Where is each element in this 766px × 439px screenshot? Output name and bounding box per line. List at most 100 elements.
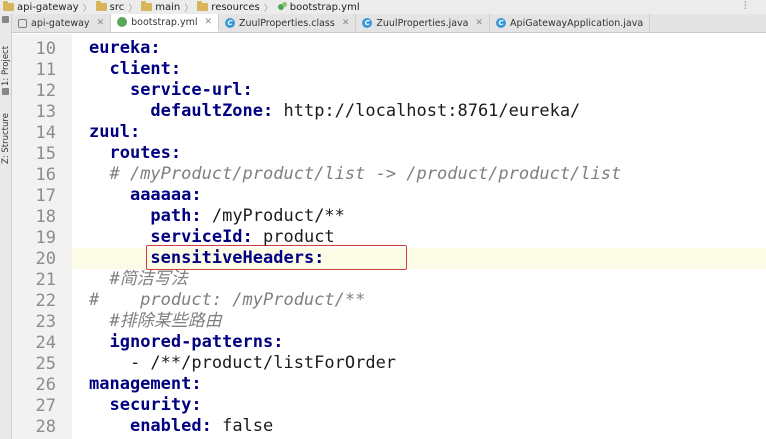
line-number: 27 bbox=[35, 396, 56, 416]
chevron-right-icon: 〉 bbox=[82, 3, 92, 14]
code-line[interactable]: - /**/product/listForOrder bbox=[89, 353, 396, 374]
code-line[interactable]: #排除某些路由 bbox=[89, 311, 222, 332]
line-number: 23 bbox=[35, 312, 56, 332]
class-icon: C bbox=[496, 18, 507, 28]
code-line[interactable]: # product: /myProduct/** bbox=[89, 290, 365, 311]
code-line[interactable]: serviceId: product bbox=[89, 227, 335, 248]
code-line[interactable]: enabled: false bbox=[89, 416, 273, 437]
structure-tool-button[interactable]: Z: Structure bbox=[1, 98, 11, 164]
code-line[interactable]: sensitiveHeaders: bbox=[89, 248, 324, 269]
yaml-key: security: bbox=[109, 395, 202, 415]
yaml-value bbox=[89, 227, 150, 247]
chevron-right-icon: 〉 bbox=[128, 3, 138, 14]
tab-zuulproperties-class[interactable]: C ZuulProperties.class ✕ bbox=[219, 14, 357, 32]
tab-api-gateway[interactable]: api-gateway ✕ bbox=[12, 14, 112, 32]
code-line[interactable]: # /myProduct/product/list -> /product/pr… bbox=[89, 164, 621, 185]
code-line[interactable]: #简洁写法 bbox=[89, 269, 188, 290]
line-number: 24 bbox=[35, 333, 56, 353]
class-icon: C bbox=[225, 18, 236, 28]
yaml-comment: # /myProduct/product/list -> /product/pr… bbox=[109, 164, 622, 184]
yaml-value bbox=[89, 311, 109, 331]
yaml-key: aaaaaa: bbox=[129, 185, 202, 205]
line-number: 25 bbox=[35, 354, 56, 374]
yaml-value bbox=[89, 395, 109, 415]
line-number: 10 bbox=[35, 39, 56, 59]
line-number: 20 bbox=[35, 249, 56, 269]
yaml-key: routes: bbox=[109, 143, 182, 163]
yaml-key: eureka: bbox=[89, 38, 161, 58]
tab-zuulproperties-java[interactable]: C ZuulProperties.java ✕ bbox=[356, 14, 491, 32]
yaml-value bbox=[89, 269, 109, 289]
line-number-gutter[interactable]: 10 11 12 13 14 15 16 17 18 19 20 21 22 23 24 25 26 27 28 bbox=[12, 34, 84, 439]
yaml-comment: #排除某些路由 bbox=[109, 311, 222, 331]
yaml-value: http://localhost:8761/eureka/ bbox=[273, 101, 581, 121]
tool-window-strip: 1: Project Z: Structure bbox=[0, 14, 12, 439]
close-icon[interactable]: ✕ bbox=[476, 18, 484, 28]
line-number: 21 bbox=[35, 270, 56, 290]
line-number: 28 bbox=[35, 417, 56, 437]
code-line[interactable]: zuul: bbox=[89, 122, 140, 143]
breadcrumb-item-api-gateway[interactable]: api-gateway bbox=[0, 1, 82, 13]
line-number: 14 bbox=[35, 123, 56, 143]
structure-icon bbox=[2, 88, 9, 95]
yaml-value: false bbox=[211, 416, 274, 436]
breadcrumb-item-src[interactable]: src bbox=[93, 1, 128, 13]
yaml-value bbox=[89, 185, 130, 205]
yaml-key: management: bbox=[89, 374, 202, 394]
breadcrumb-item-bootstrap-yml[interactable]: bootstrap.yml bbox=[274, 2, 363, 13]
chevron-right-icon: 〉 bbox=[263, 3, 273, 14]
yaml-key: service-url: bbox=[129, 80, 253, 100]
close-icon[interactable]: ✕ bbox=[342, 18, 350, 28]
yaml-comment: #简洁写法 bbox=[109, 269, 188, 289]
chevron-right-icon: 〉 bbox=[184, 3, 194, 14]
yaml-comment: # product: /myProduct/** bbox=[89, 290, 366, 310]
yaml-value: product bbox=[252, 227, 335, 247]
code-line[interactable]: defaultZone: http://localhost:8761/eurek… bbox=[89, 101, 580, 122]
line-number: 22 bbox=[35, 291, 56, 311]
line-number: 15 bbox=[35, 144, 56, 164]
yaml-key: path: bbox=[150, 206, 202, 226]
yaml-value bbox=[89, 206, 150, 226]
project-icon bbox=[2, 16, 9, 23]
code-line[interactable]: routes: bbox=[89, 143, 181, 164]
yml-file-icon bbox=[277, 2, 287, 12]
class-icon: C bbox=[362, 18, 373, 28]
yaml-value bbox=[89, 80, 130, 100]
line-number: 17 bbox=[35, 186, 56, 206]
line-number: 16 bbox=[35, 165, 56, 185]
code-line[interactable]: management: bbox=[89, 374, 202, 395]
hierarchy-icon[interactable]: ⫶ bbox=[744, 1, 758, 13]
yaml-key: serviceId: bbox=[150, 227, 253, 247]
yml-file-icon bbox=[117, 17, 128, 27]
yaml-key: defaultZone: bbox=[150, 101, 274, 121]
yaml-value: - /**/product/listForOrder bbox=[89, 353, 397, 373]
line-number: 11 bbox=[35, 60, 56, 80]
line-number: 12 bbox=[35, 81, 56, 101]
tab-bootstrap-yml[interactable]: bootstrap.yml ✕ bbox=[111, 14, 220, 32]
code-line[interactable]: security: bbox=[89, 395, 202, 416]
yaml-value bbox=[89, 59, 109, 79]
line-number: 26 bbox=[35, 375, 56, 395]
close-icon[interactable]: ✕ bbox=[204, 17, 212, 27]
code-editor[interactable]: eureka: client: service-url: defaultZone… bbox=[72, 34, 766, 439]
yaml-value bbox=[89, 101, 150, 121]
code-line[interactable]: service-url: bbox=[89, 80, 253, 101]
folder-icon bbox=[3, 1, 14, 11]
close-icon[interactable]: ✕ bbox=[97, 18, 105, 28]
line-number: 13 bbox=[35, 102, 56, 122]
code-line[interactable]: eureka: bbox=[89, 38, 161, 59]
code-line[interactable]: aaaaaa: bbox=[89, 185, 202, 206]
tab-apigatewayapplication-java[interactable]: C ApiGatewayApplication.java bbox=[490, 14, 651, 32]
code-line[interactable]: client: bbox=[89, 59, 181, 80]
line-number: 19 bbox=[35, 228, 56, 248]
breadcrumb: api-gateway 〉 src 〉 main 〉 resources 〉 b… bbox=[0, 0, 766, 14]
folder-icon bbox=[95, 1, 107, 11]
yaml-value bbox=[89, 248, 150, 268]
breadcrumb-item-main[interactable]: main bbox=[138, 1, 183, 13]
code-line[interactable]: ignored-patterns: bbox=[89, 332, 283, 353]
project-tool-button[interactable]: 1: Project bbox=[1, 36, 11, 86]
folder-icon bbox=[141, 1, 153, 11]
code-line[interactable]: path: /myProduct/** bbox=[89, 206, 344, 227]
yaml-key: sensitiveHeaders: bbox=[150, 248, 325, 268]
breadcrumb-item-resources[interactable]: resources bbox=[194, 1, 262, 13]
